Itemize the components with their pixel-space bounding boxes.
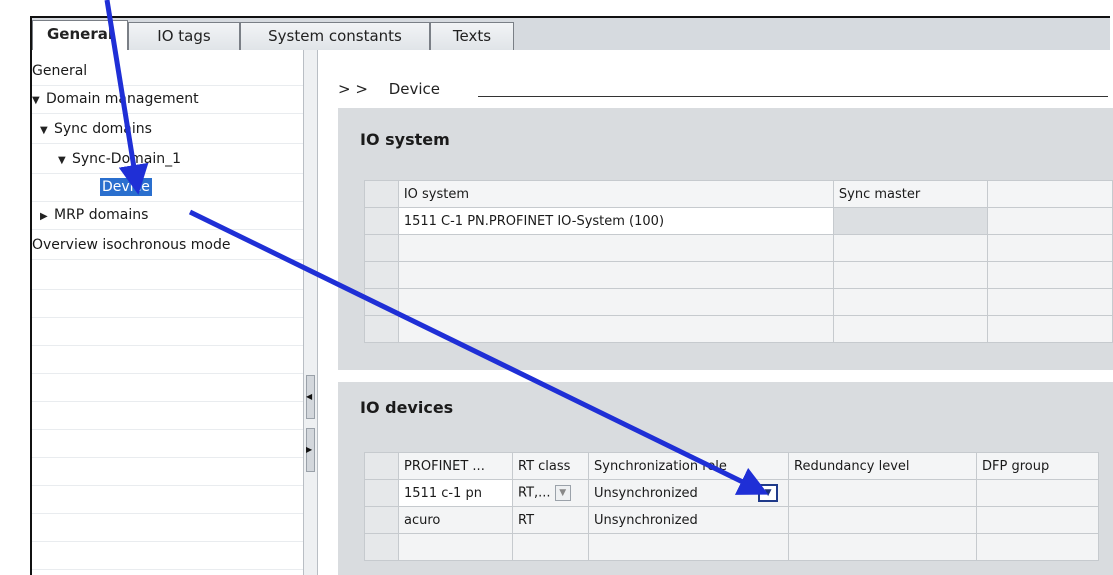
properties-window: General IO tags System constants Texts G… <box>0 0 1113 575</box>
io-system-name-cell[interactable]: 1511 C-1 PN.PROFINET IO-System (100) <box>397 207 834 235</box>
triangle-down-icon[interactable]: ▼ <box>32 88 46 114</box>
tree-item-label: Sync-Domain_1 <box>72 151 182 167</box>
row-header[interactable] <box>364 506 399 534</box>
dfp-group-cell[interactable] <box>976 479 1099 507</box>
tab-system-constants[interactable]: System constants <box>240 22 430 52</box>
tree-empty-row <box>32 514 303 542</box>
row-header[interactable] <box>364 479 399 507</box>
tree-item-label: Device <box>100 178 152 196</box>
tree-item-mrp-domains[interactable]: ▶ MRP domains <box>32 202 303 230</box>
io-devices-section: IO devices PROFINET ... RT class Synchro… <box>338 382 1113 575</box>
tree-empty-row <box>32 430 303 458</box>
dfp-group-cell[interactable] <box>976 506 1099 534</box>
rt-class-value: RT,... <box>518 485 551 501</box>
rt-class-cell[interactable]: RT,... ▼ <box>512 479 589 507</box>
arrow-right-icon[interactable]: ▶ <box>306 445 312 454</box>
tree-item-device[interactable]: Device <box>32 174 303 202</box>
table-row <box>364 261 1113 289</box>
tab-texts[interactable]: Texts <box>430 22 514 52</box>
table-header-row: PROFINET ... RT class Synchronization ro… <box>364 452 1099 480</box>
tree-item-label: General <box>32 63 88 79</box>
sync-role-value: Unsynchronized <box>594 485 698 501</box>
breadcrumb-rule <box>478 96 1108 97</box>
redundancy-cell[interactable] <box>788 506 977 534</box>
column-header[interactable]: DFP group <box>976 452 1099 480</box>
row-header[interactable] <box>364 207 399 235</box>
sync-role-cell[interactable]: Unsynchronized <box>588 506 789 534</box>
breadcrumb-prefix[interactable]: > > <box>338 80 368 98</box>
column-header-empty <box>986 180 1113 208</box>
tree-empty-row <box>32 290 303 318</box>
io-devices-table: PROFINET ... RT class Synchronization ro… <box>364 452 1099 561</box>
sync-role-cell[interactable]: Unsynchronized ▼ <box>588 479 789 507</box>
tree-empty-row <box>32 374 303 402</box>
table-header-row: IO system Sync master <box>364 180 1113 208</box>
table-row <box>364 533 1099 561</box>
table-row[interactable]: acuro RT Unsynchronized <box>364 506 1099 534</box>
column-header[interactable]: Synchronization role <box>588 452 789 480</box>
tree-empty-row <box>32 542 303 570</box>
column-header[interactable]: Redundancy level <box>788 452 977 480</box>
tree-item-sync-domain-1[interactable]: ▼ Sync-Domain_1 <box>32 146 303 174</box>
breadcrumb: > > Device <box>338 80 440 98</box>
tree-item-label: Overview isochronous mode <box>32 237 231 253</box>
table-row[interactable]: 1511 c-1 pn RT,... ▼ Unsynchronized ▼ <box>364 479 1099 507</box>
row-header <box>364 180 399 208</box>
content-panel: > > Device IO system IO system Sync mast… <box>318 50 1113 575</box>
tree-item-label: Sync domains <box>54 121 152 137</box>
breadcrumb-current: Device <box>388 80 440 98</box>
tree-empty-row <box>32 346 303 374</box>
triangle-down-icon[interactable]: ▼ <box>40 118 54 144</box>
io-system-table: IO system Sync master 1511 C-1 PN.PROFIN… <box>364 180 1113 343</box>
triangle-right-icon[interactable]: ▶ <box>40 204 54 230</box>
tree-empty-row <box>32 318 303 346</box>
sync-master-cell[interactable] <box>832 207 988 235</box>
chevron-down-icon[interactable]: ▼ <box>554 485 571 501</box>
tab-general[interactable]: General <box>32 20 128 52</box>
tree-empty-row <box>32 262 303 290</box>
column-header[interactable]: Sync master <box>832 180 988 208</box>
table-row <box>364 315 1113 343</box>
device-name-cell[interactable]: acuro <box>398 506 513 534</box>
tree-item-sync-domains[interactable]: ▼ Sync domains <box>32 116 303 144</box>
tree-item-overview-isochronous-mode[interactable]: Overview isochronous mode <box>32 232 303 260</box>
empty-cell <box>986 207 1113 235</box>
tree-empty-row <box>32 402 303 430</box>
navigation-tree: General ▼ Domain management ▼ Sync domains… <box>30 50 303 575</box>
tree-empty-row <box>32 486 303 514</box>
tree-item-label: MRP domains <box>54 207 149 223</box>
row-header <box>364 452 399 480</box>
table-row <box>364 234 1113 262</box>
rt-class-cell[interactable]: RT <box>512 506 589 534</box>
tree-item-label: Domain management <box>46 91 199 107</box>
column-header[interactable]: RT class <box>512 452 589 480</box>
panel-splitter[interactable]: ◀ ▶ <box>303 50 318 575</box>
arrow-left-icon[interactable]: ◀ <box>306 392 312 401</box>
triangle-down-icon[interactable]: ▼ <box>58 148 72 174</box>
tab-bar: General IO tags System constants Texts <box>30 16 1110 52</box>
section-title: IO system <box>360 130 450 149</box>
tree-item-general[interactable]: General <box>32 58 303 86</box>
chevron-down-icon[interactable]: ▼ <box>758 484 779 502</box>
tab-io-tags[interactable]: IO tags <box>128 22 240 52</box>
column-header[interactable]: IO system <box>397 180 834 208</box>
table-row[interactable]: 1511 C-1 PN.PROFINET IO-System (100) <box>364 207 1113 235</box>
io-system-section: IO system IO system Sync master 1511 C-1… <box>338 108 1113 370</box>
tree-item-domain-management[interactable]: ▼ Domain management <box>32 86 303 114</box>
device-name-cell[interactable]: 1511 c-1 pn <box>398 479 513 507</box>
column-header[interactable]: PROFINET ... <box>398 452 513 480</box>
section-title: IO devices <box>360 398 454 417</box>
redundancy-cell[interactable] <box>788 479 977 507</box>
tree-empty-row <box>32 458 303 486</box>
table-row <box>364 288 1113 316</box>
